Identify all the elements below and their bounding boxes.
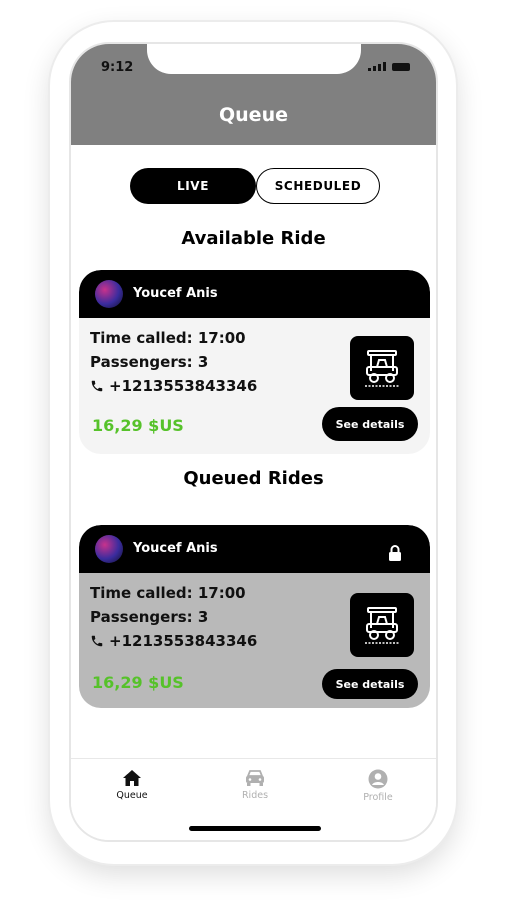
avatar [95,280,123,308]
battery-icon [392,63,410,71]
status-time: 9:12 [101,60,134,75]
see-details-button[interactable]: See details [322,669,418,699]
nav-item-queue[interactable]: Queue [92,769,172,801]
app-header: 9:12 Queue [71,44,436,145]
nav-label-queue: Queue [116,790,148,801]
tab-scheduled[interactable]: SCHEDULED [256,168,380,204]
phone-icon [91,380,103,392]
golf-cart-icon [350,593,414,657]
car-icon [246,770,264,786]
ride-price: 16,29 $US [92,416,184,435]
passengers: Passengers: 3 [90,353,209,371]
avatar [95,535,123,563]
nav-item-rides[interactable]: Rides [215,769,295,801]
passengers: Passengers: 3 [90,608,209,626]
lock-icon [389,545,401,561]
home-icon [123,770,141,786]
ride-mode-toggle: LIVE SCHEDULED [130,168,382,204]
phone-number-row: +1213553843346 [90,377,257,395]
queued-rides-heading: Queued Rides [183,468,324,489]
nav-item-profile[interactable]: Profile [338,769,418,803]
phone-number: +1213553843346 [109,632,258,650]
signal-icon [368,61,386,71]
time-called: Time called: 17:00 [90,584,246,602]
ride-price: 16,29 $US [92,673,184,692]
phone-number: +1213553843346 [109,377,258,395]
card-body: Time called: 17:00 Passengers: 3 +121355… [79,573,430,708]
card-header: Youcef Anis [79,525,430,573]
nav-label-rides: Rides [241,790,269,801]
nav-label-profile: Profile [363,792,393,803]
golf-cart-icon [350,336,414,400]
page-title: Queue [219,104,288,126]
card-body: Time called: 17:00 Passengers: 3 +121355… [79,318,430,454]
tab-live[interactable]: LIVE [130,168,256,204]
phone-number-row: +1213553843346 [90,632,257,650]
driver-name: Youcef Anis [133,541,218,556]
home-indicator[interactable] [189,826,321,831]
time-called: Time called: 17:00 [90,329,246,347]
status-icons [368,61,410,71]
driver-name: Youcef Anis [133,286,218,301]
card-header: Youcef Anis [79,270,430,318]
see-details-button[interactable]: See details [322,407,418,441]
available-ride-card[interactable]: Youcef Anis Time called: 17:00 Passenger… [79,270,430,454]
available-ride-heading: Available Ride [181,228,326,249]
notch [147,44,361,74]
queued-ride-card[interactable]: Youcef Anis Time called: 17:00 Passenger… [79,525,430,708]
profile-icon [368,769,388,789]
app-screen: 9:12 Queue LIVE SCHEDULED Available Ride… [69,42,438,842]
phone-icon [91,635,103,647]
